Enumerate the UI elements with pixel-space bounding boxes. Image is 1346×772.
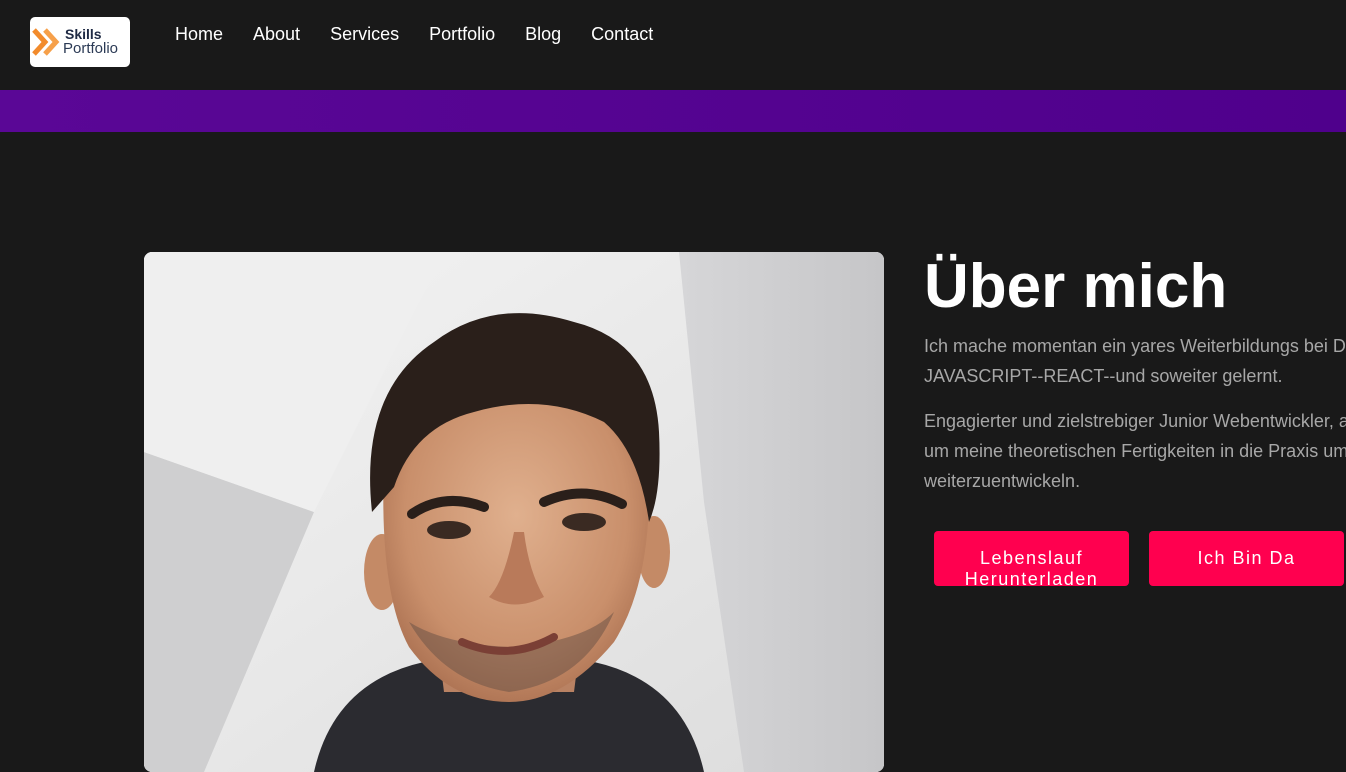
nav-portfolio[interactable]: Portfolio — [414, 22, 510, 46]
download-cv-button[interactable]: Lebenslauf Herunterladen — [934, 531, 1129, 586]
site-header: Skills Portfolio Home About Services Por… — [0, 0, 1346, 90]
about-paragraph-2-line-2: um meine theoretischen Fertigkeiten in d… — [924, 441, 1346, 461]
nav-blog[interactable]: Blog — [510, 22, 576, 46]
portrait-illustration — [144, 252, 884, 772]
about-title: Über mich — [924, 252, 1228, 321]
double-chevron-icon — [32, 28, 60, 56]
about-section: Über mich Ich mache momentan ein yares W… — [924, 252, 1346, 586]
hero-banner-strip — [0, 90, 1346, 132]
site-logo[interactable]: Skills Portfolio — [30, 17, 130, 67]
about-paragraph-2: Engagierter und zielstrebiger Junior Web… — [924, 406, 1346, 496]
download-cv-label-line-2: Herunterladen — [964, 569, 1099, 586]
here-button[interactable]: Ich Bin Da — [1149, 531, 1344, 586]
logo-text-portfolio: Portfolio — [63, 40, 119, 57]
main-nav: Home About Services Portfolio Blog Conta… — [160, 22, 668, 46]
about-paragraph-1-line-2: JAVASCRIPT--REACT--und soweiter gelernt. — [924, 366, 1283, 386]
nav-about[interactable]: About — [238, 22, 315, 46]
about-paragraph-2-line-3: weiterzuentwickeln. — [924, 471, 1081, 491]
about-paragraph-2-line-1: Engagierter und zielstrebiger Junior Web… — [924, 411, 1346, 431]
profile-photo — [144, 252, 884, 772]
here-button-label: Ich Bin Da — [1197, 548, 1296, 568]
about-paragraph-1-line-1: Ich mache momentan ein yares Weiterbildu… — [924, 336, 1346, 356]
nav-services[interactable]: Services — [315, 22, 414, 46]
download-cv-label-line-1: Lebenslauf — [979, 548, 1084, 568]
about-paragraph-1: Ich mache momentan ein yares Weiterbildu… — [924, 331, 1346, 391]
nav-contact[interactable]: Contact — [576, 22, 668, 46]
nav-home[interactable]: Home — [160, 22, 238, 46]
